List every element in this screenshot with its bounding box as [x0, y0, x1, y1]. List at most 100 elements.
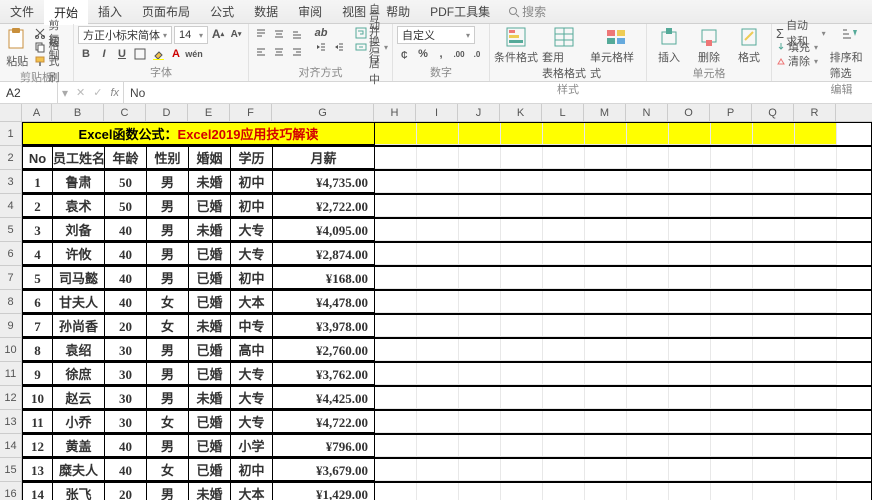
table-cell[interactable]: 孙尚香 — [53, 315, 105, 337]
table-cell[interactable]: 已婚 — [189, 411, 231, 433]
row-header-4[interactable]: 4 — [0, 194, 22, 218]
row-header-5[interactable]: 5 — [0, 218, 22, 242]
table-cell[interactable]: 已婚 — [189, 243, 231, 265]
table-cell[interactable]: 袁绍 — [53, 339, 105, 361]
table-cell[interactable]: ¥3,762.00 — [273, 363, 375, 385]
table-header[interactable]: 学历 — [231, 147, 273, 169]
number-format-select[interactable]: 自定义▾ — [397, 26, 475, 44]
table-cell[interactable]: ¥2,722.00 — [273, 195, 375, 217]
search-box[interactable]: 搜索 — [500, 0, 554, 24]
table-cell[interactable]: 7 — [23, 315, 53, 337]
border-button[interactable] — [132, 46, 148, 62]
row-header-11[interactable]: 11 — [0, 362, 22, 386]
sort-filter-button[interactable]: 排序和筛选 — [830, 26, 868, 81]
table-cell[interactable]: ¥4,478.00 — [273, 291, 375, 313]
fx-icon[interactable]: fx — [110, 87, 119, 99]
table-cell[interactable]: 大专 — [231, 243, 273, 265]
table-cell[interactable]: 20 — [105, 483, 147, 500]
table-header[interactable]: No — [23, 147, 53, 169]
table-cell[interactable]: 11 — [23, 411, 53, 433]
table-cell[interactable]: 40 — [105, 267, 147, 289]
align-top-icon[interactable] — [253, 26, 269, 42]
row-header-6[interactable]: 6 — [0, 242, 22, 266]
row-headers[interactable]: 12345678910111213141516 — [0, 122, 22, 500]
table-cell[interactable]: 初中 — [231, 171, 273, 193]
currency-icon[interactable]: ₵ — [397, 46, 413, 62]
table-cell[interactable]: 男 — [147, 387, 189, 409]
table-cell[interactable]: 男 — [147, 339, 189, 361]
table-cell[interactable]: 已婚 — [189, 291, 231, 313]
table-cell[interactable]: 大专 — [231, 363, 273, 385]
table-cell[interactable]: 大本 — [231, 291, 273, 313]
col-header-Q[interactable]: Q — [752, 104, 794, 121]
col-header-L[interactable]: L — [542, 104, 584, 121]
table-cell[interactable]: 13 — [23, 459, 53, 481]
table-cell[interactable]: 小乔 — [53, 411, 105, 433]
table-cell[interactable]: 张飞 — [53, 483, 105, 500]
column-headers[interactable]: ABCDEFGHIJKLMNOPQR — [22, 104, 872, 122]
row-header-8[interactable]: 8 — [0, 290, 22, 314]
insert-button[interactable]: 插入 — [651, 26, 687, 65]
row-header-10[interactable]: 10 — [0, 338, 22, 362]
table-cell[interactable]: 初中 — [231, 267, 273, 289]
table-cell[interactable]: 司马懿 — [53, 267, 105, 289]
table-header[interactable]: 性别 — [147, 147, 189, 169]
font-size-select[interactable]: 14▾ — [174, 26, 208, 44]
row-header-3[interactable]: 3 — [0, 170, 22, 194]
table-cell[interactable]: 20 — [105, 315, 147, 337]
tab-review[interactable]: 审阅 — [288, 0, 332, 24]
table-cell[interactable]: 初中 — [231, 459, 273, 481]
table-cell[interactable]: 14 — [23, 483, 53, 500]
tab-layout[interactable]: 页面布局 — [132, 0, 200, 24]
comma-icon[interactable]: , — [433, 46, 449, 62]
clear-button[interactable]: 清除▾ — [776, 54, 826, 68]
table-cell[interactable]: 大专 — [231, 387, 273, 409]
table-cell[interactable]: 高中 — [231, 339, 273, 361]
table-cell[interactable]: ¥3,679.00 — [273, 459, 375, 481]
spreadsheet-grid[interactable]: ABCDEFGHIJKLMNOPQR 123456789101112131415… — [0, 104, 872, 500]
row-header-12[interactable]: 12 — [0, 386, 22, 410]
row-header-2[interactable]: 2 — [0, 146, 22, 170]
formula-input[interactable]: No — [124, 86, 872, 100]
table-cell[interactable]: 3 — [23, 219, 53, 241]
col-header-E[interactable]: E — [188, 104, 230, 121]
table-cell[interactable]: 已婚 — [189, 363, 231, 385]
row-header-7[interactable]: 7 — [0, 266, 22, 290]
table-cell[interactable]: 男 — [147, 483, 189, 500]
col-header-A[interactable]: A — [22, 104, 52, 121]
table-cell[interactable]: ¥796.00 — [273, 435, 375, 457]
table-cell[interactable]: 未婚 — [189, 483, 231, 500]
decrease-font-icon[interactable]: A▾ — [228, 26, 244, 42]
col-header-N[interactable]: N — [626, 104, 668, 121]
table-cell[interactable]: 男 — [147, 195, 189, 217]
underline-button[interactable]: U — [114, 46, 130, 62]
title-cell[interactable]: Excel函数公式：Excel2019应用技巧解读 — [23, 123, 375, 145]
table-cell[interactable]: 12 — [23, 435, 53, 457]
table-header[interactable]: 员工姓名 — [53, 147, 105, 169]
table-cell[interactable]: 2 — [23, 195, 53, 217]
col-header-J[interactable]: J — [458, 104, 500, 121]
table-cell[interactable]: 30 — [105, 363, 147, 385]
table-cell[interactable]: 40 — [105, 243, 147, 265]
table-cell[interactable]: 女 — [147, 291, 189, 313]
table-cell[interactable]: 已婚 — [189, 459, 231, 481]
cell-styles-button[interactable]: 单元格样式 — [590, 26, 642, 81]
col-header-H[interactable]: H — [374, 104, 416, 121]
row-header-14[interactable]: 14 — [0, 434, 22, 458]
autosum-button[interactable]: Σ自动求和▾ — [776, 26, 826, 40]
indent-inc-icon[interactable] — [331, 39, 347, 55]
align-left-icon[interactable] — [253, 44, 269, 60]
paste-button[interactable]: 粘贴 — [4, 26, 30, 69]
table-cell[interactable]: ¥4,425.00 — [273, 387, 375, 409]
table-cell[interactable]: 未婚 — [189, 315, 231, 337]
tab-pdf[interactable]: PDF工具集 — [420, 0, 500, 24]
table-cell[interactable]: 5 — [23, 267, 53, 289]
table-cell[interactable]: 未婚 — [189, 387, 231, 409]
table-cell[interactable]: 6 — [23, 291, 53, 313]
table-cell[interactable]: 30 — [105, 339, 147, 361]
conditional-format-button[interactable]: 条件格式 — [494, 26, 538, 65]
cells-area[interactable]: Excel函数公式：Excel2019应用技巧解读No员工姓名年龄性别婚姻学历月… — [22, 122, 872, 500]
table-cell[interactable]: 大本 — [231, 483, 273, 500]
col-header-O[interactable]: O — [668, 104, 710, 121]
table-cell[interactable]: 初中 — [231, 195, 273, 217]
